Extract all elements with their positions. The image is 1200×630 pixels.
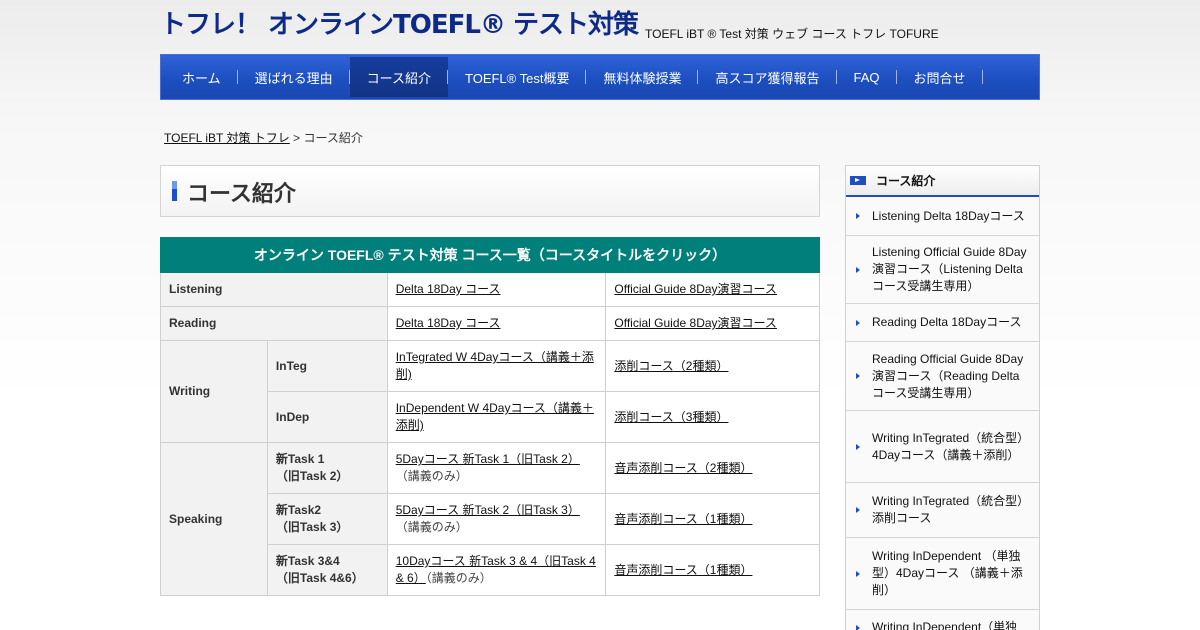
integ-4day-link[interactable]: InTegrated W 4Dayコース（講義＋添削): [396, 350, 594, 381]
sidebar-item-label: Reading Delta 18Dayコース: [872, 315, 1022, 329]
task2-5day-link[interactable]: 5Dayコース 新Task 2（旧Task 3）: [396, 503, 580, 517]
nav-item-faq[interactable]: FAQ: [837, 57, 897, 97]
row-label-listening: Listening: [160, 272, 388, 307]
cell-task2-course2: 音声添削コース（1種類）: [605, 493, 820, 545]
sidebar-item-label: Reading Official Guide 8Day演習コース（Reading…: [872, 351, 1024, 400]
reading-og-link[interactable]: Official Guide 8Day演習コース: [614, 316, 777, 330]
sidebar-item-label: Listening Official Guide 8Day演習コース（Liste…: [872, 245, 1027, 293]
row-label-reading: Reading: [160, 306, 388, 341]
listening-og-link[interactable]: Official Guide 8Day演習コース: [614, 282, 777, 296]
cell-listening-course1: Delta 18Day コース: [386, 272, 607, 307]
sidebar-item-label: Writing InTegrated（統合型）添削コース: [872, 494, 1024, 525]
task2-audio-link[interactable]: 音声添削コース（1種類）: [614, 512, 752, 526]
sidebar-item-writing-indep-correction[interactable]: Writing InDependent（単独: [846, 610, 1039, 630]
nav-item-toefl-overview[interactable]: TOEFL® Test概要: [448, 57, 587, 97]
breadcrumb-current: コース紹介: [303, 131, 363, 145]
cell-task34-course1: 10Dayコース 新Task 3 & 4（旧Task 4 & 6）（講義のみ）: [386, 544, 607, 596]
triangle-right-icon: [856, 266, 860, 273]
task1-note: （講義のみ）: [395, 469, 468, 483]
triangle-right-icon: [856, 570, 860, 577]
listening-delta-link[interactable]: Delta 18Day コース: [396, 282, 501, 296]
cell-reading-course2: Official Guide 8Day演習コース: [605, 306, 820, 341]
course-table-heading: オンライン TOEFL® テスト対策 コース一覧（コースタイトルをクリック）: [160, 237, 820, 273]
reading-delta-link[interactable]: Delta 18Day コース: [396, 316, 501, 330]
triangle-right-icon: [856, 373, 860, 379]
indep-correction-link[interactable]: 添削コース（3種類）: [614, 410, 728, 424]
breadcrumb: TOEFL iBT 対策 トフレ > コース紹介: [164, 129, 363, 146]
indep-4day-link[interactable]: InDependent W 4Dayコース（講義＋添削): [396, 401, 594, 432]
task1-label-old: （旧Task 2）: [275, 469, 349, 483]
task1-label-new: 新Task 1: [275, 452, 325, 466]
page-title: コース紹介: [187, 182, 296, 207]
sidebar-heading-label: コース紹介: [876, 174, 936, 188]
sub-label-task2: 新Task2 （旧Task 3）: [266, 493, 388, 545]
sidebar-item-writing-integ-4day[interactable]: Writing InTegrated（統合型）4Dayコース（講義＋添削）: [846, 411, 1039, 483]
cell-reading-course1: Delta 18Day コース: [386, 306, 607, 341]
sidebar-item-label: Listening Delta 18Dayコース: [872, 208, 1025, 223]
triangle-right-icon: [856, 443, 860, 450]
sidebar-item-reading-delta[interactable]: Reading Delta 18Dayコース: [846, 304, 1039, 342]
sidebar-heading: コース紹介: [846, 166, 1039, 197]
breadcrumb-separator: >: [289, 131, 304, 145]
breadcrumb-home-link[interactable]: TOEFL iBT 対策 トフレ: [164, 131, 290, 145]
cell-task34-course2: 音声添削コース（1種類）: [605, 544, 820, 596]
sidebar-item-label: Writing InDependent（単独: [872, 620, 1018, 630]
page-wrapper: トフレ！ オンラインTOEFL® テスト対策 TOEFL iBT ® Test …: [160, 0, 1040, 630]
triangle-right-icon: [856, 507, 860, 513]
task34-label-new: 新Task 3&4: [275, 554, 340, 568]
sub-label-indep: InDep: [266, 391, 388, 443]
sidebar-item-listening-delta[interactable]: Listening Delta 18Dayコース: [846, 197, 1039, 236]
task34-audio-link[interactable]: 音声添削コース（1種類）: [614, 563, 752, 577]
cell-task1-course2: 音声添削コース（2種類）: [605, 442, 820, 494]
row-label-speaking: Speaking: [160, 442, 268, 596]
site-logo[interactable]: トフレ！ オンラインTOEFL® テスト対策: [160, 8, 639, 42]
triangle-right-icon: [856, 625, 860, 630]
nav-item-high-score[interactable]: 高スコア獲得報告: [698, 57, 837, 97]
triangle-right-icon: [856, 319, 860, 326]
task1-5day-link[interactable]: 5Dayコース 新Task 1（旧Task 2）: [396, 452, 580, 466]
task2-label-old: （旧Task 3）: [275, 520, 349, 534]
row-label-writing: Writing: [160, 340, 268, 443]
cell-indep-course1: InDependent W 4Dayコース（講義＋添削): [386, 391, 607, 443]
sidebar-item-label: Writing InTegrated（統合型）4Dayコース（講義＋添削）: [872, 430, 1024, 462]
cell-integ-course2: 添削コース（2種類）: [605, 340, 820, 392]
sidebar: コース紹介 Listening Delta 18Dayコース Listening…: [845, 165, 1040, 630]
nav-item-contact[interactable]: お問合せ: [897, 57, 983, 97]
sub-label-task34: 新Task 3&4 （旧Task 4&6）: [266, 544, 388, 596]
site-tagline: TOEFL iBT ® Test 対策 ウェブ コース トフレ TOFURE: [645, 27, 939, 41]
cell-task1-course1: 5Dayコース 新Task 1（旧Task 2） （講義のみ）: [386, 442, 607, 494]
course-table: オンライン TOEFL® テスト対策 コース一覧（コースタイトルをクリック） L…: [160, 237, 820, 596]
sidebar-item-label: Writing InDependent （単独型）4Dayコース （講義＋添削）: [872, 549, 1023, 597]
sidebar-item-writing-integ-correction[interactable]: Writing InTegrated（統合型）添削コース: [846, 483, 1039, 538]
integ-correction-link[interactable]: 添削コース（2種類）: [614, 359, 728, 373]
cell-indep-course2: 添削コース（3種類）: [605, 391, 820, 443]
task34-note: （講義のみ）: [425, 571, 492, 585]
task1-audio-link[interactable]: 音声添削コース（2種類）: [614, 461, 752, 475]
sidebar-item-reading-og[interactable]: Reading Official Guide 8Day演習コース（Reading…: [846, 342, 1039, 411]
nav-item-home[interactable]: ホーム: [165, 57, 238, 97]
nav-item-free-trial[interactable]: 無料体験授業: [586, 57, 699, 97]
triangle-right-icon: [856, 213, 860, 219]
sidebar-item-listening-og[interactable]: Listening Official Guide 8Day演習コース（Liste…: [846, 236, 1039, 304]
sub-label-task1: 新Task 1 （旧Task 2）: [266, 442, 388, 494]
cell-task2-course1: 5Dayコース 新Task 2（旧Task 3） （講義のみ）: [386, 493, 607, 545]
nav-item-reasons[interactable]: 選ばれる理由: [238, 57, 350, 97]
cell-integ-course1: InTegrated W 4Dayコース（講義＋添削): [386, 340, 607, 392]
title-accent-bar: [172, 181, 177, 201]
sub-label-integ: InTeg: [266, 340, 388, 392]
cell-listening-course2: Official Guide 8Day演習コース: [605, 272, 820, 307]
sidebar-item-writing-indep-4day[interactable]: Writing InDependent （単独型）4Dayコース （講義＋添削）: [846, 538, 1039, 610]
arrow-right-icon: [850, 176, 866, 185]
task2-label-new: 新Task2: [275, 503, 322, 517]
task2-note: （講義のみ）: [395, 520, 468, 534]
main-nav: ホーム 選ばれる理由 コース紹介 TOEFL® Test概要 無料体験授業 高ス…: [160, 54, 1040, 100]
nav-item-courses[interactable]: コース紹介: [349, 57, 449, 97]
task34-label-old: （旧Task 4&6）: [275, 571, 364, 585]
page-title-box: コース紹介: [160, 165, 820, 217]
